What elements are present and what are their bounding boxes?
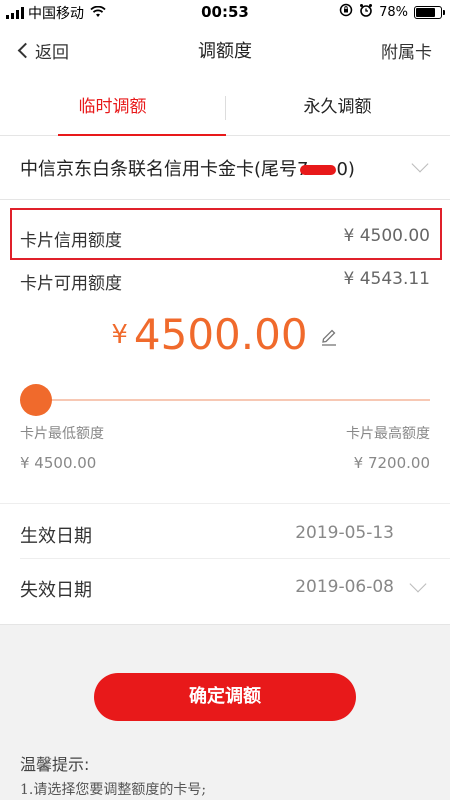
card-name-text: 中信京东白条联名信用卡金卡(尾号7 [20, 159, 309, 180]
currency-symbol: ¥ [111, 320, 128, 350]
card-name: 中信京东白条联名信用卡金卡(尾号7 0) [20, 155, 355, 181]
max-limit-value: ¥ 7200.00 [353, 454, 430, 472]
credit-limit-value: ¥ 4500.00 [343, 226, 430, 246]
confirm-adjust-button[interactable]: 确定调额 [94, 673, 356, 721]
supplementary-card-link[interactable]: 附属卡 [381, 38, 432, 63]
slider-thumb[interactable] [20, 384, 52, 416]
credit-limit-label: 卡片信用额度 [20, 231, 122, 251]
navigation-bar: 返回 调额度 附属卡 [0, 24, 450, 76]
tip-line: 1.请选择您要调整额度的卡号; [20, 782, 207, 798]
min-limit-value: ¥ 4500.00 [20, 454, 97, 472]
chevron-down-icon [409, 575, 427, 593]
chevron-down-icon [411, 155, 429, 173]
tab-permanent-adjustment[interactable]: 永久调额 [225, 82, 450, 136]
expiry-date-label: 失效日期 [20, 580, 92, 601]
tips-title: 温馨提示: [20, 755, 90, 774]
bottom-panel: 确定调额 温馨提示: 1.请选择您要调整额度的卡号; [0, 624, 450, 800]
card-selector[interactable]: 中信京东白条联名信用卡金卡(尾号7 0) [0, 138, 450, 200]
amount-value: 4500.00 [133, 310, 308, 359]
tab-temporary-adjustment[interactable]: 临时调额 [0, 82, 226, 136]
battery-icon [414, 5, 445, 19]
divider [20, 558, 450, 559]
divider [0, 503, 450, 504]
card-name-suffix: 0) [336, 159, 355, 180]
tab-bar: 临时调额 永久调额 [0, 82, 450, 136]
battery-percent: 78% [379, 4, 408, 20]
alarm-icon [359, 3, 373, 21]
effective-date-row: 生效日期 2019-05-13 [20, 522, 430, 552]
available-limit-row: 卡片可用额度 ¥ 4543.11 [20, 269, 430, 294]
available-limit-label: 卡片可用额度 [20, 274, 122, 294]
max-limit-label: 卡片最高额度 [346, 426, 430, 442]
expiry-date-row[interactable]: 失效日期 2019-06-08 [20, 575, 430, 606]
status-bar: 中国移动 00:53 78% [0, 0, 450, 24]
min-limit-label: 卡片最低额度 [20, 426, 104, 442]
credit-limit-row: 卡片信用额度 ¥ 4500.00 [20, 226, 430, 251]
redaction-mark [300, 165, 337, 175]
slider-track [20, 399, 430, 401]
rotation-lock-icon [339, 3, 353, 21]
adjusted-amount: ¥4500.00 [0, 310, 450, 359]
effective-date-value: 2019-05-13 [295, 523, 394, 543]
limit-slider[interactable] [20, 384, 430, 416]
available-limit-value: ¥ 4543.11 [343, 269, 430, 289]
effective-date-label: 生效日期 [20, 526, 92, 547]
expiry-date-value: 2019-06-08 [295, 577, 394, 597]
edit-icon[interactable] [319, 327, 339, 351]
